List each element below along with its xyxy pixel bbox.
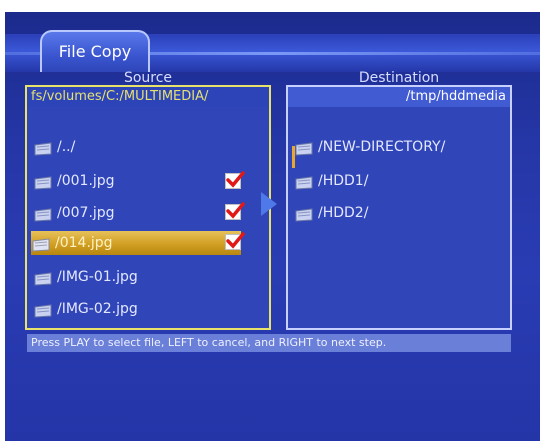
file-icon <box>33 174 53 190</box>
file-icon <box>33 302 53 318</box>
destination-header: Destination <box>358 70 440 86</box>
check-icon[interactable] <box>225 171 245 189</box>
destination-item-new-directory[interactable]: /NEW-DIRECTORY/ <box>294 135 494 159</box>
status-hint: Press PLAY to select file, LEFT to cance… <box>27 334 511 352</box>
file-icon <box>31 236 51 252</box>
source-header: Source <box>123 70 173 86</box>
source-item-img01[interactable]: /IMG-01.jpg <box>33 265 233 289</box>
folder-icon <box>294 206 314 222</box>
source-item-label: /001.jpg <box>57 173 115 189</box>
window-title: File Copy <box>58 42 132 61</box>
file-icon <box>33 270 53 286</box>
source-item-label: /../ <box>57 139 76 155</box>
destination-path: /tmp/hddmedia <box>288 87 510 107</box>
check-icon[interactable] <box>225 202 245 220</box>
focus-indicator <box>292 146 295 168</box>
source-item-label: /IMG-01.jpg <box>57 269 138 285</box>
title-tab: File Copy <box>40 30 150 72</box>
destination-item-hdd1[interactable]: /HDD1/ <box>294 169 494 193</box>
source-item-parent[interactable]: /../ <box>33 135 233 159</box>
source-item-007[interactable]: /007.jpg <box>33 201 233 225</box>
folder-icon <box>294 140 314 156</box>
destination-item-label: /NEW-DIRECTORY/ <box>318 139 446 155</box>
destination-item-label: /HDD1/ <box>318 173 369 189</box>
check-icon[interactable] <box>225 232 245 250</box>
source-item-label: /014.jpg <box>55 235 113 251</box>
source-item-001[interactable]: /001.jpg <box>33 169 233 193</box>
source-item-img02[interactable]: /IMG-02.jpg <box>33 297 233 321</box>
destination-item-label: /HDD2/ <box>318 205 369 221</box>
file-icon <box>33 206 53 222</box>
source-panel: fs/volumes/C:/MULTIMEDIA/ /../ /001.jpg … <box>25 85 271 330</box>
folder-icon <box>294 174 314 190</box>
folder-icon <box>33 140 53 156</box>
right-arrow-icon <box>261 192 277 216</box>
source-path: fs/volumes/C:/MULTIMEDIA/ <box>27 87 269 107</box>
destination-panel: /tmp/hddmedia /NEW-DIRECTORY/ /HDD1/ /HD… <box>286 85 512 330</box>
source-item-label: /IMG-02.jpg <box>57 301 138 317</box>
destination-item-hdd2[interactable]: /HDD2/ <box>294 201 494 225</box>
source-item-014[interactable]: /014.jpg <box>31 231 241 255</box>
source-item-label: /007.jpg <box>57 205 115 221</box>
